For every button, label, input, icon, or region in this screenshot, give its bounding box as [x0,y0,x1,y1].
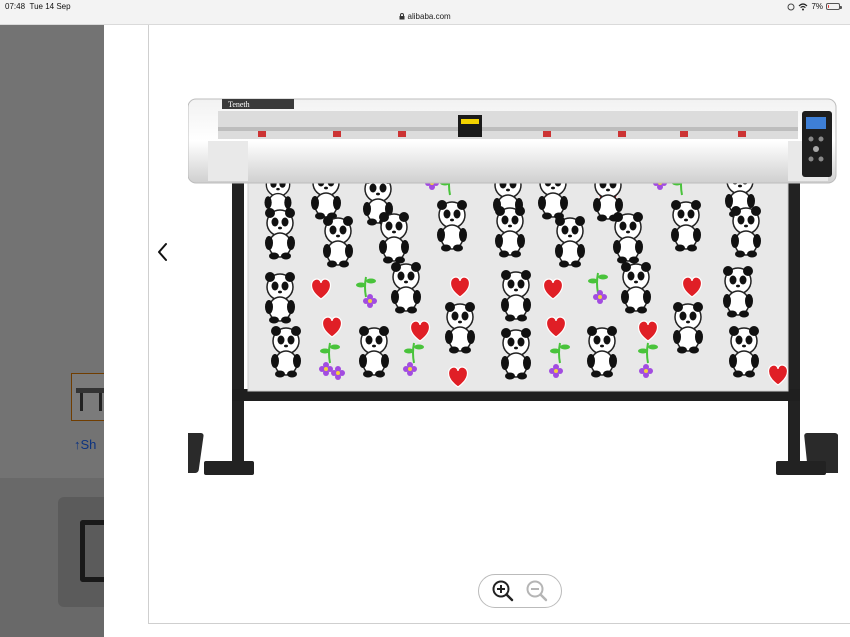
rotation-lock-icon [787,3,795,10]
previous-image-button[interactable] [152,239,174,265]
zoom-out-icon [526,580,548,602]
lock-icon [399,13,405,20]
chevron-left-icon [158,243,167,261]
image-viewer-modal: Teneth [104,25,850,637]
url-text: alibaba.com [407,12,451,21]
status-time: 07:48 [5,2,26,11]
url-bar[interactable]: alibaba.com [0,12,850,21]
plotter-beam: Teneth [188,98,837,184]
zoom-in-icon [492,580,514,602]
battery-icon [826,3,842,10]
status-indicators: 7% [787,2,842,11]
brand-plate: Teneth [228,100,250,109]
product-image-cutting-plotter[interactable]: Teneth [188,91,838,491]
zoom-out-button[interactable] [525,579,549,603]
zoom-controls [478,574,562,608]
battery-level [828,5,829,8]
sticker-sheet [247,165,789,392]
status-date: Tue 14 Sep [29,2,71,11]
status-time-date: 07:48 Tue 14 Sep [5,2,71,11]
battery-percent: 7% [811,2,823,11]
zoom-in-button[interactable] [491,579,515,603]
status-bar: 07:48 Tue 14 Sep alibaba.com 7% [0,0,850,25]
wifi-icon [799,2,808,10]
